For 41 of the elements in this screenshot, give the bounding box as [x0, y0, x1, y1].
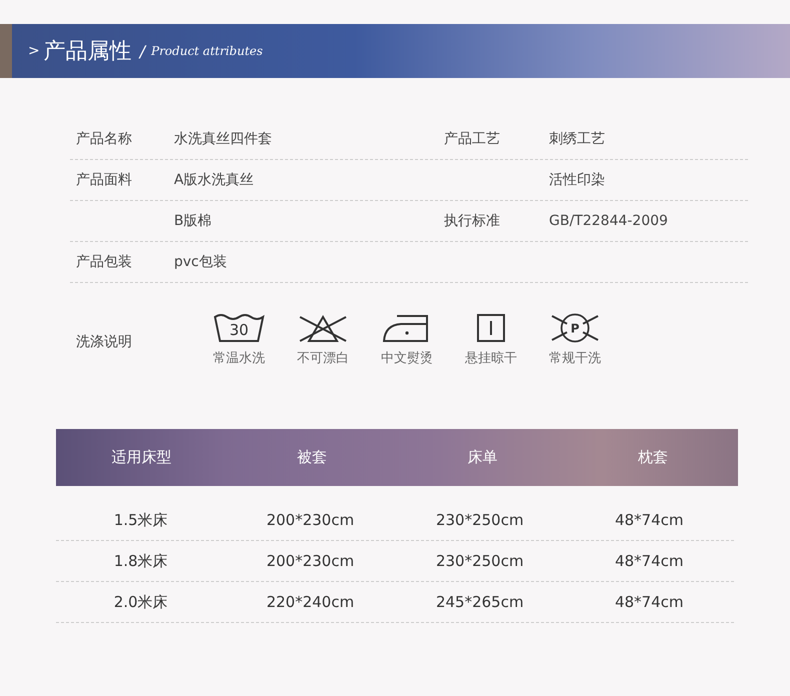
attribute-label: 产品名称	[76, 131, 132, 147]
attribute-label: 产品工艺	[444, 131, 500, 147]
table-cell: 200*230cm	[266, 552, 354, 570]
table-cell: 230*250cm	[436, 552, 524, 570]
wash-tub-icon: 30	[213, 313, 265, 343]
crossed-triangle-icon	[297, 313, 349, 343]
column-header: 被套	[296, 448, 328, 467]
table-cell: 1.8米床	[114, 552, 168, 570]
care-caption: 悬挂晾干	[465, 350, 517, 367]
attribute-label: 产品包装	[76, 254, 132, 270]
section-subtitle: Product attributes	[151, 44, 263, 58]
separator-text: /	[140, 42, 146, 60]
table-cell: 245*265cm	[436, 593, 524, 611]
table-cell: 230*250cm	[436, 511, 524, 529]
attribute-label: 产品面料	[76, 172, 132, 188]
table-cell: 220*240cm	[266, 593, 354, 611]
table-cell: 1.5米床	[114, 510, 168, 528]
chevron-text: >	[28, 43, 40, 59]
attribute-label: 执行标准	[444, 213, 500, 229]
care-caption: 常温水洗	[213, 350, 265, 367]
care-label: 洗涤说明	[76, 333, 133, 351]
section-title: 产品属性	[44, 38, 132, 66]
attribute-value: 刺绣工艺	[549, 131, 605, 147]
column-header: 床单	[466, 448, 498, 467]
care-caption: 不可漂白	[297, 350, 349, 367]
table-cell: 48*74cm	[614, 593, 684, 611]
column-header: 枕套	[636, 448, 669, 467]
table-cell: 2.0米床	[114, 592, 168, 610]
care-caption: 常规干洗	[549, 350, 601, 367]
column-header: 适用床型	[110, 448, 172, 467]
attribute-value: A版水洗真丝	[174, 172, 254, 188]
attribute-value: pvc包装	[174, 254, 227, 270]
attribute-value: 活性印染	[549, 172, 605, 188]
table-cell: 48*74cm	[614, 511, 684, 529]
table-cell: 48*74cm	[614, 552, 684, 570]
attribute-value: 水洗真丝四件套	[174, 131, 272, 147]
attribute-value: B版棉	[174, 213, 212, 229]
care-caption: 中文熨烫	[381, 350, 433, 367]
accent-bar	[0, 24, 12, 78]
attribute-value: GB/T22844-2009	[549, 213, 668, 229]
table-cell: 200*230cm	[266, 511, 354, 529]
